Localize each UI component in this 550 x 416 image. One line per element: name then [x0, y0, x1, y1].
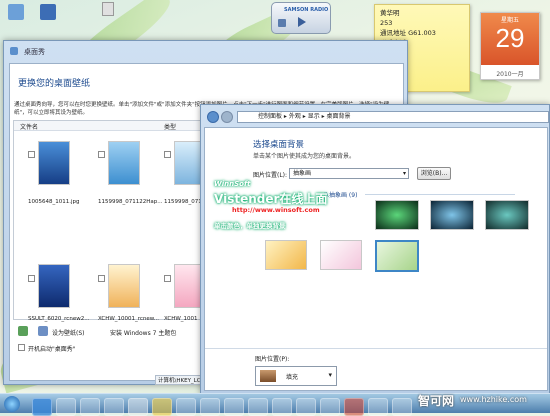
back-button[interactable]: [207, 111, 219, 123]
fill-preview-icon: [260, 370, 276, 382]
startup-checkbox[interactable]: [18, 344, 25, 351]
file-list[interactable]: 文件名 类型 1005648_1011.jpg 1159998_071122Ha…: [13, 120, 213, 322]
file-name: XCHW_10001_rcnew...: [98, 316, 160, 322]
taskbar-icon[interactable]: [392, 398, 412, 416]
file-checkbox[interactable]: [28, 275, 35, 282]
taskbar-icon[interactable]: [128, 398, 148, 416]
taskbar-icon[interactable]: [200, 398, 220, 416]
taskbar-icon[interactable]: [320, 398, 340, 416]
install-theme-link[interactable]: 安装 Windows 7 主题包: [110, 328, 176, 337]
position-dropdown[interactable]: 填充 ▾: [255, 366, 337, 386]
desktop-icon[interactable]: [102, 2, 114, 16]
chevron-down-icon: ▾: [328, 371, 332, 379]
column-type[interactable]: 类型: [164, 122, 176, 131]
wallpaper-thumbnail[interactable]: [320, 240, 362, 270]
site-watermark: 智可网 www.hzhike.com: [418, 391, 550, 411]
taskbar-icon[interactable]: [296, 398, 316, 416]
position-label: 图片位置(P):: [255, 356, 290, 363]
breadcrumb-item[interactable]: 显示: [308, 113, 320, 120]
status-text: 计算机\HKEY_LC: [158, 378, 201, 384]
file-name: XCHW_1001: [164, 316, 198, 322]
group-label: 八抽象画 (9): [323, 192, 358, 199]
taskbar-icon[interactable]: [80, 398, 100, 416]
site-name: 智可网: [418, 394, 455, 408]
taskbar-icon[interactable]: [272, 398, 292, 416]
wallpaper-icon[interactable]: [38, 326, 48, 336]
file-thumbnail[interactable]: [38, 141, 70, 185]
calendar-day: 29: [495, 23, 525, 53]
page-heading: 更换您的桌面壁纸: [18, 79, 91, 89]
calendar-month: 2010一月: [496, 71, 524, 78]
list-header: [14, 121, 212, 131]
set-wallpaper-button[interactable]: 设为壁纸(S): [52, 328, 85, 337]
startup-label: 开机启动"桌面秀": [28, 346, 76, 353]
file-thumbnail[interactable]: [108, 264, 140, 308]
taskbar-icon[interactable]: [176, 398, 196, 416]
file-checkbox[interactable]: [28, 151, 35, 158]
wallpaper-thumbnail[interactable]: [375, 200, 419, 230]
speaker-icon: [278, 19, 286, 27]
forward-button[interactable]: [221, 111, 233, 123]
location-label: 图片位置(L):: [253, 172, 288, 179]
watermark-title: Vistender在线上面: [214, 192, 328, 206]
location-value: 抽象画: [293, 170, 312, 177]
position-value: 填充: [286, 374, 299, 381]
desktop-icon[interactable]: [8, 4, 24, 20]
page-subtitle: 单击某个图片使其成为您的桌面背景。: [253, 153, 356, 160]
breadcrumb-item[interactable]: 外观: [289, 113, 301, 120]
calendar-gadget[interactable]: 星期五 29 2010一月: [480, 12, 540, 80]
group-divider: [365, 194, 515, 195]
location-dropdown[interactable]: 抽象画 ▾: [289, 168, 409, 179]
play-icon[interactable]: [298, 17, 306, 27]
watermark-bubble: 单击颜色，单独更换背景: [214, 222, 286, 230]
taskbar-ie-icon[interactable]: [32, 398, 52, 416]
watermark-brand: WinnSoft: [214, 180, 251, 188]
app-icon: [10, 47, 18, 55]
file-name: 1159998_071122Hap...: [98, 199, 163, 205]
start-button[interactable]: [4, 396, 20, 412]
divider: [205, 348, 547, 349]
contact-line: 通讯地址 G61.003: [380, 29, 436, 37]
column-filename[interactable]: 文件名: [20, 122, 38, 131]
taskbar-icon[interactable]: [56, 398, 76, 416]
content-pane: 选择桌面背景 单击某个图片使其成为您的桌面背景。 图片位置(L): 抽象画 ▾ …: [204, 127, 548, 391]
control-panel-window[interactable]: 控制面板 ▸ 外观 ▸ 显示 ▸ 桌面背景 选择桌面背景 单击某个图片使其成为您…: [200, 104, 550, 394]
wallpaper-thumbnail[interactable]: [430, 200, 474, 230]
window-title: 桌面秀: [24, 48, 45, 56]
file-thumbnail[interactable]: [38, 264, 70, 308]
file-thumbnail[interactable]: [108, 141, 140, 185]
site-url: www.hzhike.com: [460, 395, 527, 404]
taskbar-icon[interactable]: [104, 398, 124, 416]
address-bar[interactable]: 控制面板 ▸ 外观 ▸ 显示 ▸ 桌面背景: [237, 111, 549, 123]
taskbar-icon[interactable]: [152, 398, 172, 416]
file-name: 1005648_1011.jpg: [28, 199, 80, 205]
add-file-icon[interactable]: [18, 326, 28, 336]
page-title: 选择桌面背景: [253, 140, 305, 150]
file-checkbox[interactable]: [98, 275, 105, 282]
contact-name: 黄华明: [380, 9, 400, 17]
desktop-icon[interactable]: [40, 4, 56, 20]
file-checkbox[interactable]: [164, 151, 171, 158]
taskbar-icon[interactable]: [368, 398, 388, 416]
taskbar-icon[interactable]: [248, 398, 268, 416]
file-name: SSULT_6020_rcnew2...: [28, 316, 90, 322]
player-label: SAMSON RADIO: [284, 7, 329, 13]
wallpaper-thumbnail[interactable]: [485, 200, 529, 230]
media-player-gadget[interactable]: SAMSON RADIO: [271, 2, 331, 34]
watermark-url: http://www.winsoft.com: [232, 206, 320, 214]
contact-number: 253: [380, 19, 393, 27]
wallpaper-thumbnail-selected[interactable]: [375, 240, 419, 272]
chevron-down-icon: ▾: [402, 170, 406, 177]
taskbar-icon[interactable]: [224, 398, 244, 416]
browse-button[interactable]: 浏览(B)...: [417, 167, 451, 180]
wallpaper-thumbnail[interactable]: [265, 240, 307, 270]
file-checkbox[interactable]: [164, 275, 171, 282]
breadcrumb-item[interactable]: 桌面背景: [327, 113, 351, 120]
breadcrumb-item[interactable]: 控制面板: [258, 113, 282, 120]
file-checkbox[interactable]: [98, 151, 105, 158]
taskbar-icon[interactable]: [344, 398, 364, 416]
